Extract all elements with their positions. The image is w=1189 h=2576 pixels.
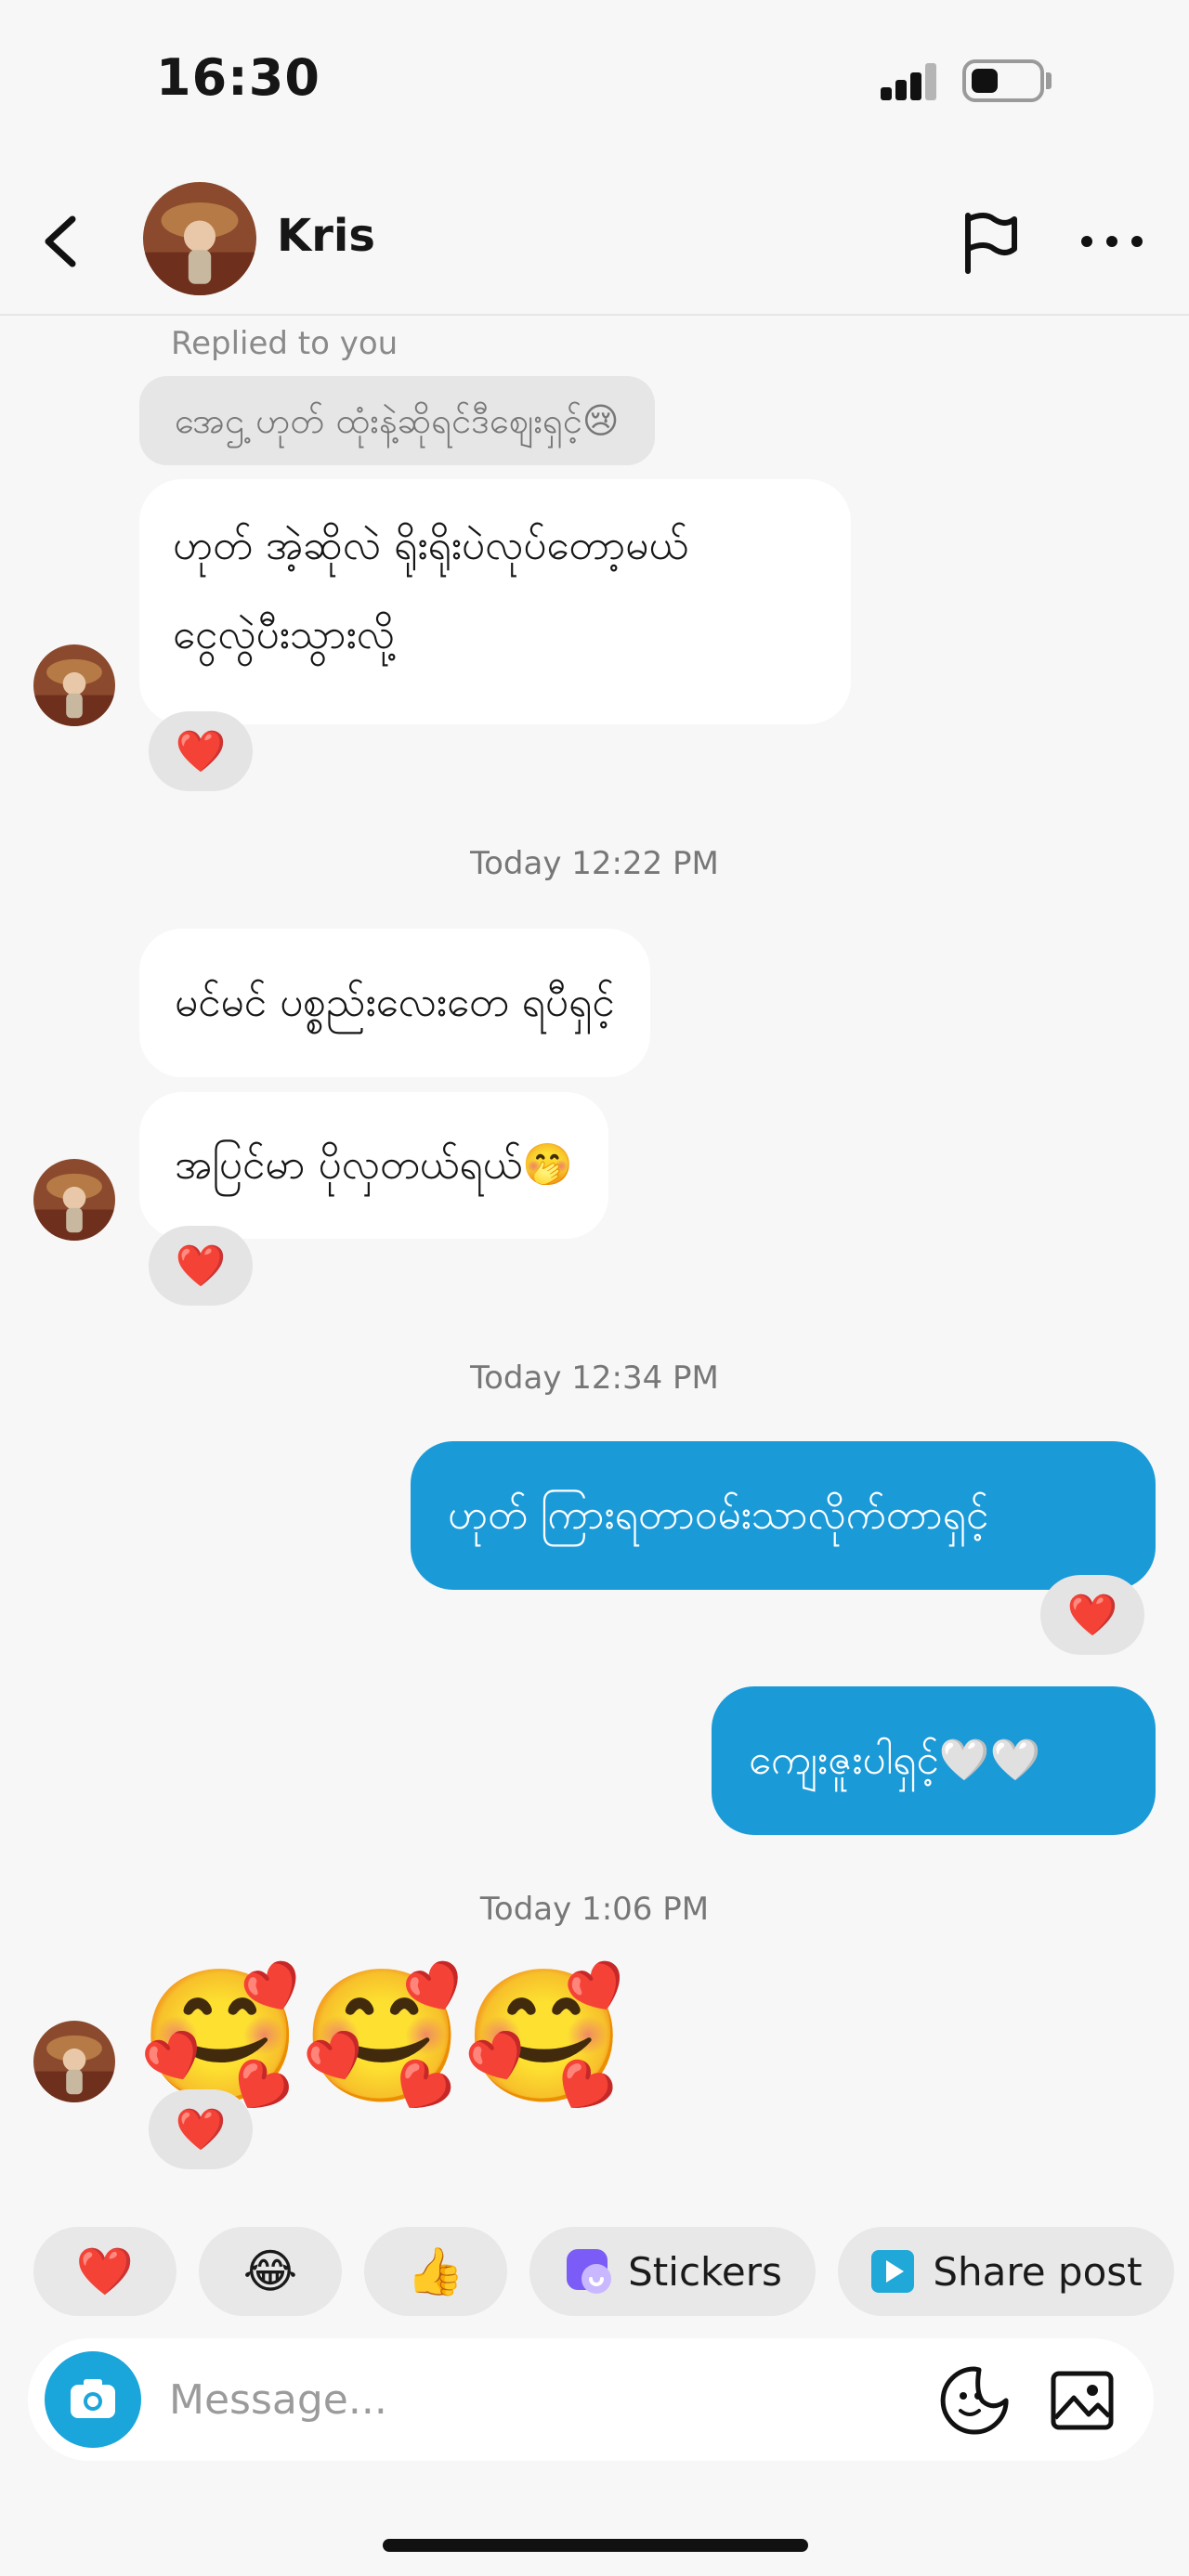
- battery-icon: [962, 59, 1044, 102]
- more-options-button[interactable]: [1079, 232, 1144, 251]
- sender-avatar[interactable]: [33, 2021, 115, 2102]
- incoming-message[interactable]: မင်မင် ပစ္စည်းလေးတေ ရပီရှင့်: [139, 929, 650, 1077]
- sticker-icon: [567, 2249, 612, 2294]
- thumbs-up-icon: 👍: [406, 2244, 465, 2298]
- camera-button[interactable]: [45, 2351, 141, 2448]
- more-horizontal-icon: [1081, 236, 1143, 247]
- message-reaction[interactable]: ❤️: [1040, 1575, 1144, 1655]
- replied-label: Replied to you: [171, 325, 399, 362]
- outgoing-message[interactable]: ဟုတ် ကြားရတာဝမ်းသာလိုက်တာရှင့်: [411, 1441, 1156, 1590]
- timestamp: Today 12:22 PM: [470, 845, 719, 882]
- message-composer: [28, 2338, 1154, 2461]
- sender-avatar[interactable]: [33, 1159, 115, 1241]
- chat-header: Kris: [0, 167, 1189, 316]
- laughing-face-icon: 😂: [242, 2244, 298, 2298]
- heart-icon: ❤️: [175, 728, 227, 775]
- battery-cap: [1046, 72, 1052, 89]
- avatar-image: [33, 1159, 115, 1241]
- stickers-label: Stickers: [628, 2248, 782, 2295]
- heart-icon: ❤️: [1066, 1592, 1118, 1639]
- message-reaction[interactable]: ❤️: [149, 2089, 253, 2169]
- quick-reaction-heart[interactable]: ❤️: [33, 2227, 176, 2316]
- share-post-label: Share post: [933, 2248, 1143, 2295]
- back-button[interactable]: [33, 204, 89, 279]
- sender-avatar[interactable]: [33, 644, 115, 726]
- message-input[interactable]: [169, 2362, 931, 2437]
- sticker-picker-button[interactable]: [938, 2364, 1011, 2437]
- quoted-message[interactable]: အေဌ့ ဟုတ် ထုံးနဲ့ဆိုရင်ဒီဈေးရှင့်😢: [139, 376, 655, 465]
- timestamp: Today 12:34 PM: [470, 1360, 719, 1397]
- heart-icon: ❤️: [175, 1242, 227, 1290]
- timestamp: Today 1:06 PM: [479, 1891, 710, 1928]
- home-indicator: [383, 2539, 808, 2552]
- contact-avatar[interactable]: [143, 182, 256, 295]
- contact-name[interactable]: Kris: [277, 210, 375, 262]
- share-post-button[interactable]: Share post: [838, 2227, 1174, 2316]
- share-post-icon: [871, 2250, 915, 2293]
- image-icon: [1051, 2371, 1114, 2430]
- message-line: ဟုတ် အဲ့ဆိုလဲ ရိုးရိုးပဲလုပ်တော့မယ်: [173, 522, 689, 569]
- incoming-message[interactable]: အပြင်မာ ပိုလှတယ်ရယ်🤭: [139, 1092, 609, 1239]
- message-reaction[interactable]: ❤️: [149, 1226, 253, 1306]
- camera-icon: [71, 2379, 115, 2418]
- status-time: 16:30: [156, 48, 320, 107]
- quick-reaction-laugh[interactable]: 😂: [199, 2227, 342, 2316]
- quick-reaction-thumbs-up[interactable]: 👍: [364, 2227, 507, 2316]
- chevron-left-icon: [45, 215, 76, 267]
- flag-icon: [965, 213, 1017, 274]
- outgoing-message[interactable]: ကျေးဇူးပါရှင့်🤍🤍: [712, 1686, 1156, 1835]
- message-line: ငွေလွဲပီးသွားလို့: [173, 611, 395, 658]
- sticker-face-icon: [940, 2366, 1009, 2435]
- incoming-message[interactable]: ဟုတ် အဲ့ဆိုလဲ ရိုးရိုးပဲလုပ်တော့မယ် ငွေလ…: [139, 479, 851, 724]
- stickers-button[interactable]: Stickers: [529, 2227, 816, 2316]
- image-picker-button[interactable]: [1048, 2366, 1117, 2435]
- report-button[interactable]: [957, 210, 1022, 275]
- message-reaction[interactable]: ❤️: [149, 711, 253, 791]
- avatar-image: [33, 2021, 115, 2102]
- cellular-signal-icon: [881, 61, 940, 100]
- emoji-message[interactable]: 🥰🥰🥰: [139, 1972, 625, 2102]
- heart-icon: ❤️: [75, 2244, 135, 2298]
- heart-icon: ❤️: [175, 2106, 227, 2153]
- avatar-image: [33, 644, 115, 726]
- avatar-image: [143, 182, 256, 295]
